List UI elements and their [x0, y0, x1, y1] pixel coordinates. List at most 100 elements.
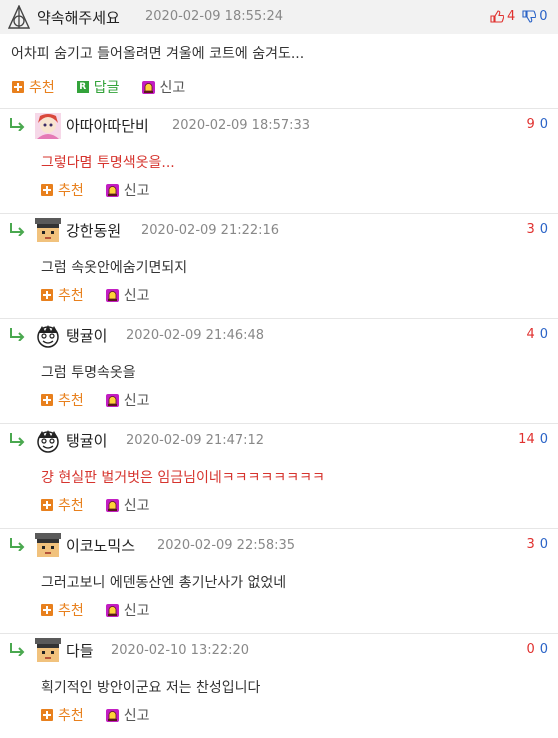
recommend-button[interactable]: 추천: [41, 705, 84, 725]
reply-username[interactable]: 다들: [66, 640, 94, 661]
plus-icon: [41, 709, 53, 721]
reply-down-count[interactable]: 0: [540, 537, 548, 552]
siren-icon: [105, 498, 119, 512]
reply-down-count[interactable]: 0: [540, 432, 548, 447]
recommend-button[interactable]: 추천: [12, 77, 55, 97]
reply-up-count[interactable]: 9: [526, 117, 534, 132]
reply-votes: 90: [526, 117, 548, 132]
report-label: 신고: [123, 393, 150, 409]
pixel-avatar[interactable]: [35, 638, 61, 664]
reply-label: 답글: [93, 80, 120, 96]
plus-icon: [41, 394, 53, 406]
thumbs-up-icon[interactable]: [490, 10, 504, 23]
recommend-label: 추천: [58, 603, 84, 619]
siren-icon: [105, 603, 119, 617]
reply-item: 이코노믹스 2020-02-09 22:58:35 30 그러고보니 에덴동산엔…: [0, 528, 558, 633]
report-button[interactable]: 신고: [105, 180, 150, 200]
report-button[interactable]: 신고: [105, 705, 150, 725]
reply-date: 2020-02-09 22:58:35: [157, 538, 296, 553]
report-button[interactable]: 신고: [105, 285, 150, 305]
cartoon-face-avatar[interactable]: [35, 323, 61, 349]
report-label: 신고: [123, 288, 150, 304]
reply-up-count[interactable]: 0: [526, 642, 534, 657]
root-vote-counts: 4 0: [490, 9, 548, 24]
reply-username[interactable]: 아따아따단비: [66, 115, 149, 136]
recommend-label: 추천: [29, 80, 55, 96]
reply-down-count[interactable]: 0: [540, 327, 548, 342]
report-label: 신고: [123, 603, 150, 619]
recommend-label: 추천: [58, 498, 84, 514]
recommend-button[interactable]: 추천: [41, 390, 84, 410]
reply-actions: 추천 신고: [41, 285, 172, 305]
reply-item: 탱귤이 2020-02-09 21:46:48 40 그럼 투명속옷을 추천 신…: [0, 318, 558, 423]
reply-votes: 14 0: [518, 432, 548, 447]
reply-arrow-icon: [10, 118, 25, 131]
root-comment-body: 어차피 숨기고 들어올려면 겨울에 코트에 숨겨도...: [11, 46, 305, 62]
reply-up-count[interactable]: 3: [526, 537, 534, 552]
anime-avatar[interactable]: [35, 113, 61, 139]
cartoon-face-avatar[interactable]: [35, 428, 61, 454]
reply-votes: 00: [526, 642, 548, 657]
report-button[interactable]: 신고: [105, 495, 150, 515]
siren-icon: [105, 288, 119, 302]
reply-actions: 추천 신고: [41, 705, 172, 725]
reply-username[interactable]: 강한동원: [66, 220, 121, 241]
reply-up-count[interactable]: 14: [518, 432, 535, 447]
plus-icon: [41, 604, 53, 616]
reply-arrow-icon: [10, 433, 25, 446]
reply-arrow-icon: [10, 223, 25, 236]
root-comment: 약속해주세요 2020-02-09 18:55:24 4 0 어차피 숨기고 들…: [0, 0, 558, 108]
reply-votes: 30: [526, 537, 548, 552]
reply-item: 다들 2020-02-10 13:22:20 00 획기적인 방안이군요 저는 …: [0, 633, 558, 738]
reply-body: 걍 현실판 벌거벗은 임금님이네ㅋㅋㅋㅋㅋㅋㅋㅋ: [41, 470, 325, 486]
reply-actions: 추천 신고: [41, 390, 172, 410]
reply-body: 획기적인 방안이군요 저는 찬성입니다: [41, 680, 261, 696]
reply-item: 탱귤이 2020-02-09 21:47:12 14 0 걍 현실판 벌거벗은 임…: [0, 423, 558, 528]
reply-votes: 40: [526, 327, 548, 342]
reply-username[interactable]: 이코노믹스: [66, 535, 135, 556]
reply-up-count[interactable]: 3: [526, 222, 534, 237]
reply-body: 그럼 투명속옷을: [41, 365, 136, 381]
report-button[interactable]: 신고: [105, 390, 150, 410]
siren-icon: [105, 183, 119, 197]
reply-username[interactable]: 탱귤이: [66, 430, 107, 451]
reply-button[interactable]: R 답글: [76, 77, 120, 97]
reply-date: 2020-02-09 18:57:33: [172, 118, 311, 133]
reply-body: 그러고보니 에덴동산엔 총기난사가 없었네: [41, 575, 287, 591]
reply-actions: 추천 신고: [41, 600, 172, 620]
report-label: 신고: [123, 183, 150, 199]
reply-up-count[interactable]: 4: [526, 327, 534, 342]
recommend-label: 추천: [58, 183, 84, 199]
report-button[interactable]: 신고: [141, 77, 186, 97]
report-button[interactable]: 신고: [105, 600, 150, 620]
reply-down-count[interactable]: 0: [540, 117, 548, 132]
reply-date: 2020-02-09 21:47:12: [126, 433, 265, 448]
recommend-button[interactable]: 추천: [41, 495, 84, 515]
reply-date: 2020-02-09 21:46:48: [126, 328, 265, 343]
reply-item: 강한동원 2020-02-09 21:22:16 30 그럼 속옷안에숨기면되지…: [0, 213, 558, 318]
recommend-label: 추천: [58, 708, 84, 724]
root-comment-header: 약속해주세요 2020-02-09 18:55:24 4 0: [0, 0, 558, 34]
report-label: 신고: [159, 80, 186, 96]
reply-username[interactable]: 탱귤이: [66, 325, 107, 346]
reply-arrow-icon: [10, 538, 25, 551]
recommend-button[interactable]: 추천: [41, 180, 84, 200]
reply-down-count[interactable]: 0: [540, 642, 548, 657]
thumbs-down-icon[interactable]: [522, 10, 537, 23]
root-username[interactable]: 약속해주세요: [37, 7, 120, 28]
deathly-hallows-icon: [8, 5, 30, 29]
siren-icon: [105, 393, 119, 407]
recommend-button[interactable]: 추천: [41, 600, 84, 620]
reply-down-count[interactable]: 0: [540, 222, 548, 237]
siren-icon: [141, 80, 155, 94]
reply-votes: 30: [526, 222, 548, 237]
pixel-avatar[interactable]: [35, 533, 61, 559]
plus-icon: [41, 184, 53, 196]
plus-icon: [41, 499, 53, 511]
reply-actions: 추천 신고: [41, 495, 172, 515]
root-down-count: 0: [539, 9, 548, 24]
root-actions: 추천 R 답글 신고: [12, 77, 207, 97]
recommend-button[interactable]: 추천: [41, 285, 84, 305]
pixel-avatar[interactable]: [35, 218, 61, 244]
recommend-label: 추천: [58, 393, 84, 409]
